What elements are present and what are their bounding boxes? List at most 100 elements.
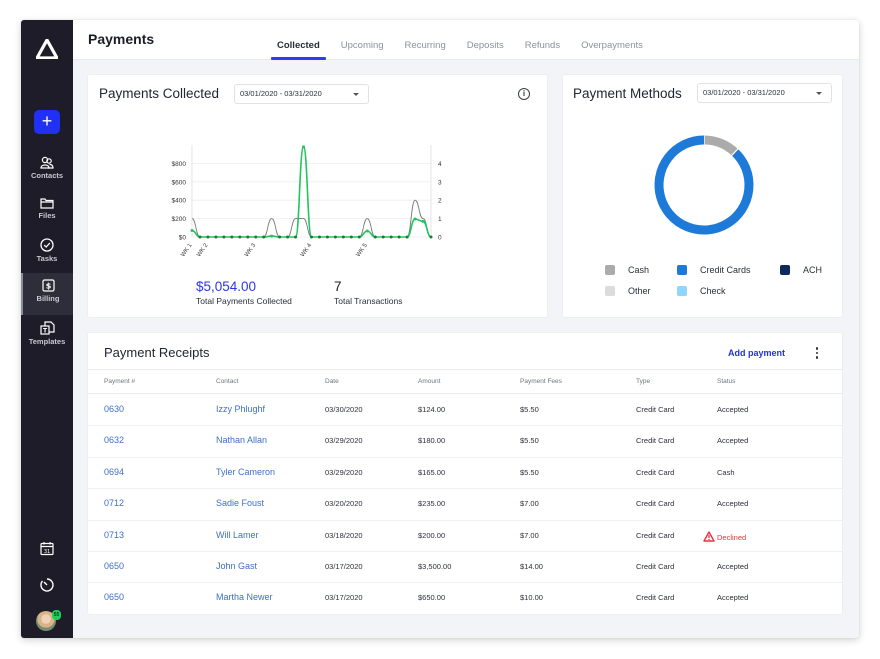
info-icon[interactable]: i [518,88,530,100]
y-left-tick-label: $800 [172,161,187,168]
card-title: Payment Methods [573,86,682,101]
x-tick-label: WK 2 [196,242,210,258]
column-header[interactable]: Type [636,378,650,385]
chevron-down-icon [353,93,359,96]
amount-cell: $124.00 [418,405,446,414]
column-header[interactable]: Amount [418,378,440,385]
date-cell: 03/29/2020 [325,436,363,446]
column-header[interactable]: Date [325,378,339,385]
donut-slice-credit-cards[interactable] [654,135,754,235]
page-title: Payments [88,31,155,47]
date-cell: 03/17/2020 [325,593,363,603]
legend-cash: Cash [605,265,649,275]
payment-number-link[interactable]: 0650 [104,561,124,571]
amount-data-point [246,235,250,239]
table-row[interactable]: 0630 Izzy Phlughf 03/30/2020 $124.00 $5.50 Cr… [88,395,842,427]
sidebar-item-label: Billing [36,294,60,303]
calendar-icon[interactable]: 31 [38,540,56,558]
status-cell: Declined [703,530,746,542]
sidebar-item-label: Templates [28,337,66,346]
tab-recurring[interactable]: Recurring [397,20,454,60]
amount-data-point [373,235,377,239]
payment-number-link[interactable]: 0713 [104,530,124,540]
methods-date-range-select[interactable]: 03/01/2020 - 03/31/2020 [697,83,832,103]
app-window: + Contacts Files Tasks $ Billing T Templ… [21,20,859,638]
sidebar-item-billing[interactable]: $ Billing [21,273,73,315]
y-left-tick-label: $400 [172,198,187,205]
payment-number-link[interactable]: 0630 [104,404,124,414]
legend-swatch [780,265,790,275]
status-cell: Accepted [717,405,749,414]
table-row[interactable]: 0650 Martha Newer 03/17/2020 $650.00 $10.00 C… [88,583,842,615]
contact-link[interactable]: Sadie Foust [216,498,264,508]
donut-slice-cash[interactable] [703,135,738,156]
type-cell: Credit Card [636,499,675,509]
table-header: Payment # Contact Date Amount Payment Fe… [88,369,842,394]
table-row[interactable]: 0650 John Gast 03/17/2020 $3,500.00 $14.00 Cr… [88,552,842,584]
y-right-tick-label: 2 [438,198,442,205]
sidebar-item-label: Files [38,211,56,220]
billing-icon: $ [41,279,55,292]
contact-link[interactable]: Izzy Phlughf [216,404,265,414]
column-header[interactable]: Payment # [104,378,135,385]
contact-link[interactable]: Tyler Cameron [216,467,275,477]
contacts-icon [40,156,54,169]
column-header[interactable]: Contact [216,378,238,385]
payment-number-link[interactable]: 0650 [104,592,124,602]
svg-text:$: $ [45,282,51,291]
payment-number-link[interactable]: 0694 [104,467,124,477]
table-row[interactable]: 0632 Nathan Allan 03/29/2020 $180.00 $5.50 Cr… [88,426,842,458]
card-title: Payment Receipts [104,345,210,360]
tab-deposits[interactable]: Deposits [459,20,512,60]
templates-icon: T [39,321,55,335]
x-tick-label: WK 1 [180,242,194,258]
status-cell: Accepted [717,562,749,571]
timer-icon[interactable] [38,576,56,594]
sidebar-item-contacts[interactable]: Contacts [21,154,73,192]
total-transactions-value: 7 [334,279,342,294]
y-right-tick-label: 1 [438,216,442,223]
tab-collected[interactable]: Collected [269,20,328,60]
add-new-button[interactable]: + [34,110,60,134]
column-header[interactable]: Payment Fees [520,378,562,385]
amount-data-point [254,235,258,239]
tab-upcoming[interactable]: Upcoming [333,20,392,60]
warning-icon [703,530,715,542]
sidebar-item-templates[interactable]: T Templates [21,319,73,357]
amount-data-point [333,235,337,239]
contact-link[interactable]: Will Lamer [216,530,259,540]
fees-cell: $7.00 [520,499,539,509]
more-options-icon[interactable] [814,347,820,361]
tab-bar: Collected Upcoming Recurring Deposits Re… [269,20,656,60]
x-tick-label: WK 4 [300,242,314,258]
table-row[interactable]: 0694 Tyler Cameron 03/29/2020 $165.00 $5.50 C… [88,458,842,490]
type-cell: Credit Card [636,562,675,571]
column-header[interactable]: Status [717,378,735,385]
logo-icon[interactable] [36,39,58,59]
avatar-badge: 55 [52,610,61,620]
amount-data-point [389,235,393,239]
total-transactions-label: Total Transactions [334,296,403,306]
table-row[interactable]: 0712 Sadie Foust 03/20/2020 $235.00 $7.00 Cre… [88,489,842,521]
amount-data-point [317,235,321,239]
payment-number-link[interactable]: 0632 [104,435,124,445]
table-row[interactable]: 0713 Will Lamer 03/18/2020 $200.00 $7.00 Cred… [88,521,842,552]
contact-link[interactable]: Martha Newer [216,592,273,602]
sidebar-item-files[interactable]: Files [21,195,73,233]
contact-link[interactable]: Nathan Allan [216,435,267,445]
collected-date-range-select[interactable]: 03/01/2020 - 03/31/2020 [234,84,369,104]
add-payment-button[interactable]: Add payment [728,348,785,358]
card-title: Payments Collected [99,86,220,101]
status-cell: Cash [717,467,735,477]
tab-overpayments[interactable]: Overpayments [573,20,651,60]
sidebar-item-tasks[interactable]: Tasks [21,236,73,274]
date-cell: 03/29/2020 [325,467,363,477]
payment-methods-donut [654,134,754,235]
contact-link[interactable]: John Gast [216,561,257,571]
fees-cell: $5.50 [520,467,539,477]
tab-refunds[interactable]: Refunds [517,20,568,60]
payment-number-link[interactable]: 0712 [104,498,124,508]
y-left-tick-label: $200 [172,216,187,223]
date-cell: 03/17/2020 [325,562,363,571]
fees-cell: $5.50 [520,405,539,414]
